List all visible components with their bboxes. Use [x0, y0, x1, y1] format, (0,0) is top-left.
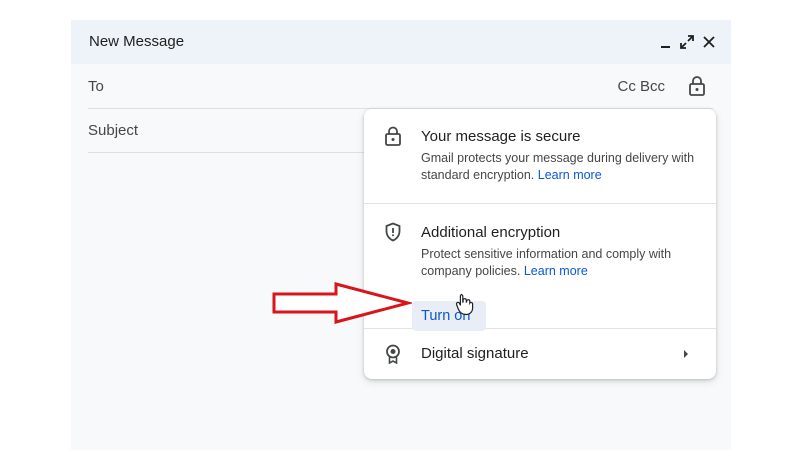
subject-placeholder: Subject — [88, 122, 139, 139]
digital-signature-item[interactable]: Digital signature — [364, 329, 716, 379]
compose-title: New Message — [89, 33, 185, 50]
signature-badge-icon — [386, 344, 400, 364]
shield-icon — [385, 222, 401, 242]
to-field[interactable]: To Cc Bcc — [88, 64, 713, 109]
secure-description: Gmail protects your message during deliv… — [421, 150, 706, 184]
cc-bcc-link[interactable]: Cc Bcc — [617, 78, 665, 95]
chevron-right-icon — [684, 350, 688, 358]
digital-signature-label: Digital signature — [421, 345, 529, 362]
secure-section: Your message is secure Gmail protects yo… — [364, 109, 716, 204]
secure-learn-more-link[interactable]: Learn more — [538, 168, 602, 182]
close-icon[interactable] — [701, 34, 717, 50]
lock-icon — [385, 126, 401, 146]
compose-header: New Message — [71, 20, 731, 64]
subject-field[interactable]: Subject — [88, 108, 368, 153]
encryption-description: Protect sensitive information and comply… — [421, 246, 706, 280]
red-arrow-annotation — [272, 282, 412, 324]
encryption-learn-more-link[interactable]: Learn more — [524, 264, 588, 278]
minimize-icon[interactable] — [658, 34, 674, 50]
encryption-title: Additional encryption — [421, 224, 561, 241]
expand-icon[interactable] — [679, 34, 695, 50]
to-label: To — [88, 78, 104, 95]
secure-title: Your message is secure — [421, 128, 581, 145]
lock-icon[interactable] — [687, 75, 707, 97]
encryption-popup: Your message is secure Gmail protects yo… — [364, 109, 716, 379]
hand-cursor-icon — [455, 293, 474, 316]
